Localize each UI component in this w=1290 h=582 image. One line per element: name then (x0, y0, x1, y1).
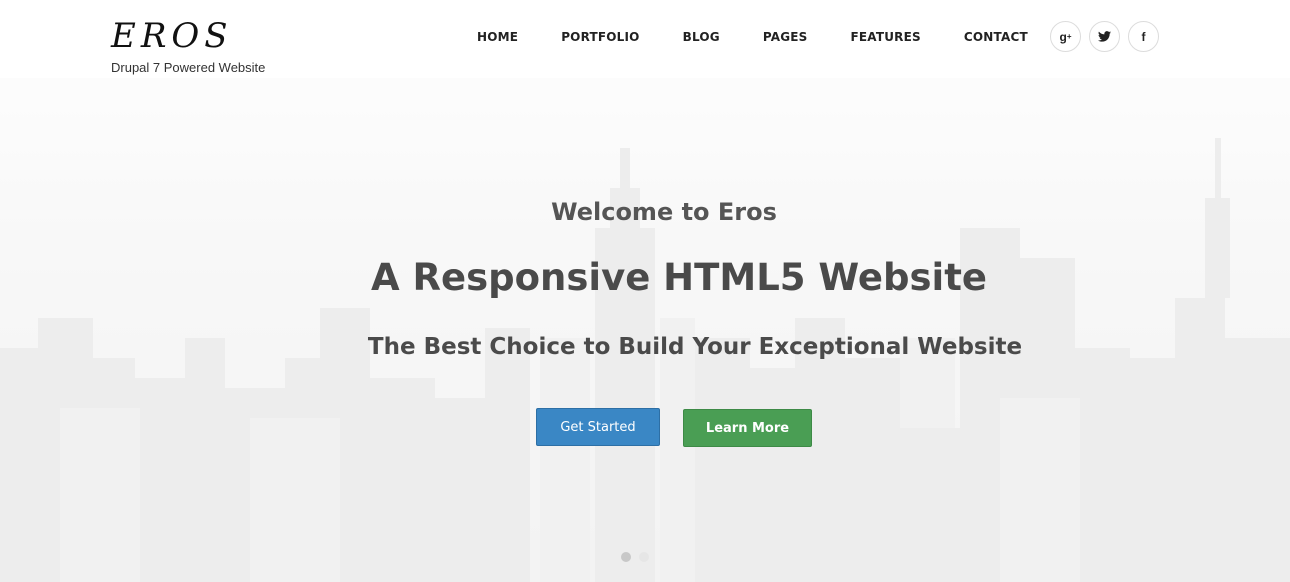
logo-name: EROS (111, 16, 233, 56)
hero-slider: Welcome to Eros A Responsive HTML5 Websi… (0, 78, 1290, 582)
get-started-button[interactable]: Get Started (536, 408, 660, 446)
nav-item-home[interactable]: HOME (477, 30, 518, 44)
slider-pagination (621, 552, 657, 562)
slider-dot-1[interactable] (621, 552, 631, 562)
logo-tagline: Drupal 7 Powered Website (111, 60, 266, 75)
nav-item-features[interactable]: FEATURES (850, 30, 920, 44)
hero-overlay (0, 78, 1290, 582)
social-links: g + f (1050, 21, 1167, 52)
nav-item-portfolio[interactable]: PORTFOLIO (561, 30, 639, 44)
nav-item-contact[interactable]: CONTACT (964, 30, 1028, 44)
nav-item-pages[interactable]: PAGES (763, 30, 808, 44)
google-plus-icon[interactable]: g + (1050, 21, 1081, 52)
twitter-icon[interactable] (1089, 21, 1120, 52)
nav-item-blog[interactable]: BLOG (683, 30, 720, 44)
hero-welcome: Welcome to Eros (551, 198, 777, 226)
learn-more-button[interactable]: Learn More (683, 409, 812, 447)
facebook-icon[interactable]: f (1128, 21, 1159, 52)
site-logo[interactable]: EROS Drupal 7 Powered Website (111, 16, 265, 75)
site-header: EROS Drupal 7 Powered Website HOME PORTF… (0, 0, 1290, 78)
hero-subheadline: The Best Choice to Build Your Exceptiona… (367, 334, 1023, 360)
hero-headline: A Responsive HTML5 Website (371, 256, 987, 299)
main-nav: HOME PORTFOLIO BLOG PAGES FEATURES CONTA… (477, 30, 1028, 44)
slider-dot-2[interactable] (639, 552, 649, 562)
